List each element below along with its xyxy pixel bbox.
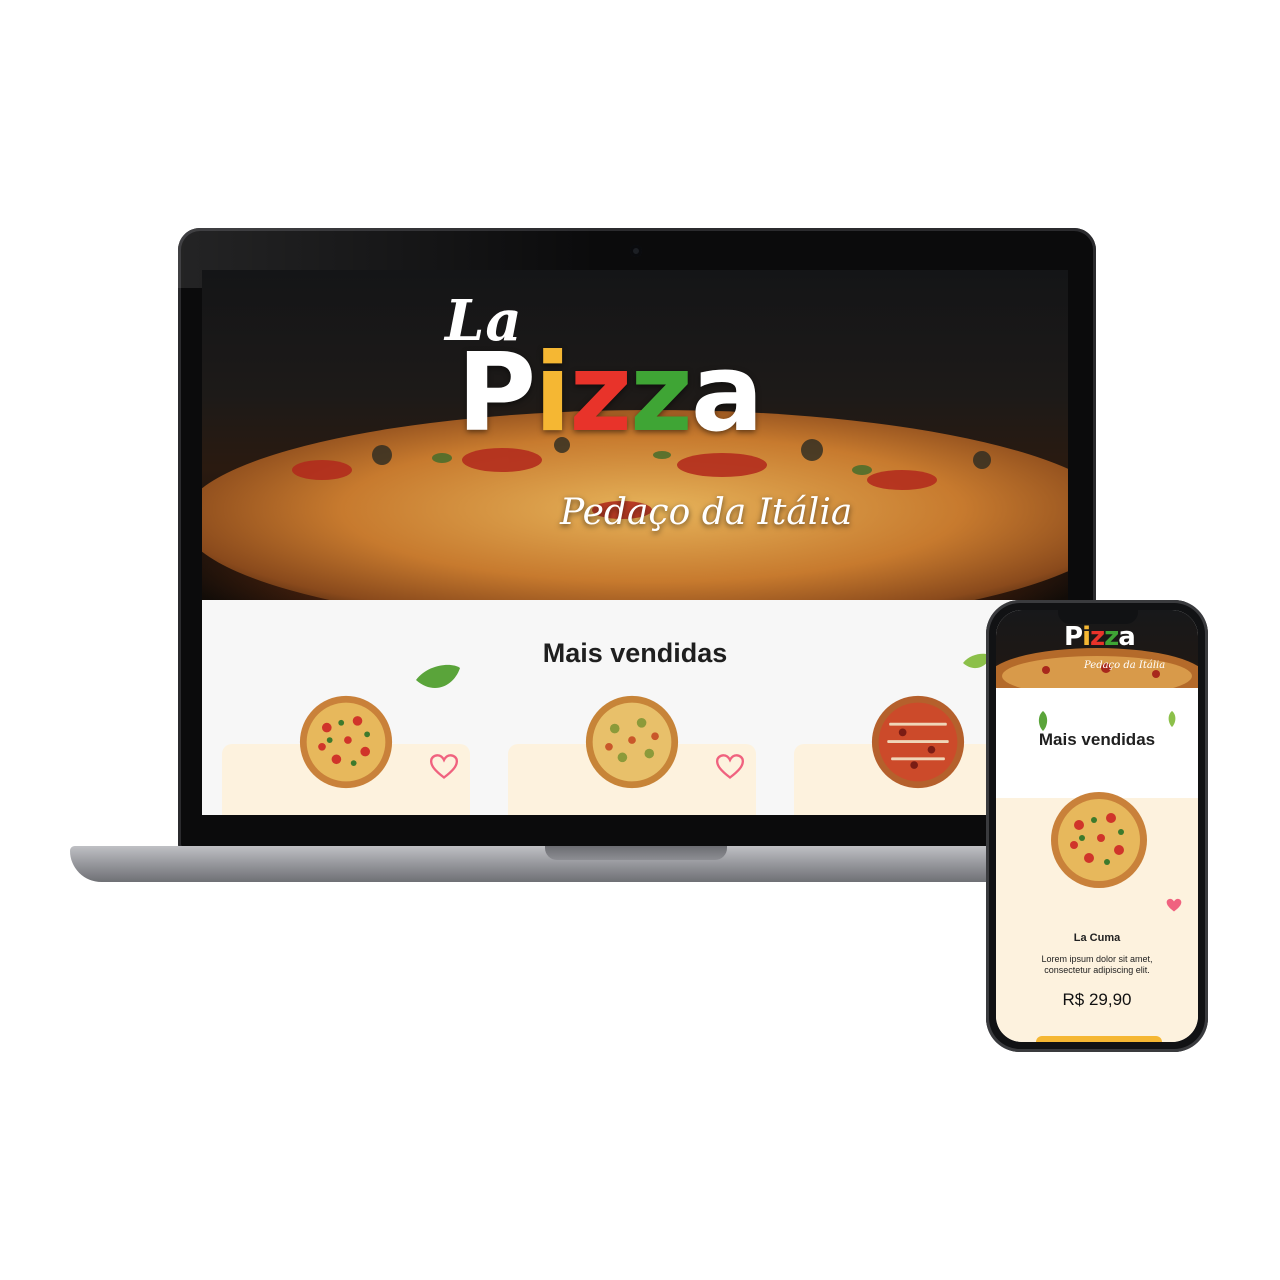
- laptop-screen: La Pizza Pedaço da Itália Mais vendidas: [202, 270, 1068, 815]
- logo-letter: P: [1064, 622, 1083, 652]
- mobile-logo-tagline: Pedaço da Itália: [1084, 660, 1166, 671]
- section-title: Mais vendidas: [542, 638, 728, 668]
- heart-filled-icon[interactable]: [1166, 898, 1182, 913]
- laptop-trackpad-notch: [545, 846, 727, 860]
- phone-screen: Pizza Pedaço da Itália Mais vendidas La …: [996, 610, 1198, 1042]
- logo-letter: P: [457, 331, 536, 456]
- logo-letter: a: [1118, 622, 1136, 652]
- logo-letter: z: [1089, 622, 1105, 652]
- pizza-image: [871, 695, 965, 789]
- logo-letter: i: [1082, 622, 1091, 652]
- product-name: La Cuma: [1073, 932, 1121, 944]
- heart-outline-icon[interactable]: [430, 754, 458, 780]
- leaf-icon: [416, 664, 460, 689]
- logo-letter: z: [569, 331, 632, 456]
- product-card[interactable]: [222, 695, 470, 815]
- heart-outline-icon[interactable]: [716, 754, 744, 780]
- product-price: R$ 29,90: [1062, 990, 1132, 1009]
- mobile-section-title: Mais vendidas: [1038, 730, 1156, 749]
- best-sellers-section: Mais vendidas: [202, 600, 1068, 815]
- mobile-logo-word: Pizza: [1064, 622, 1136, 652]
- hero-banner: La Pizza Pedaço da Itália: [202, 270, 1068, 600]
- logo-letter: a: [690, 331, 764, 456]
- phone-notch: [1058, 608, 1138, 624]
- mobile-product-card[interactable]: La Cuma Lorem ipsum dolor sit amet, cons…: [996, 792, 1198, 1042]
- logo-letter: i: [534, 331, 571, 456]
- leaf-icon: [1038, 711, 1048, 731]
- logo-tagline: Pedaço da Itália: [560, 492, 853, 533]
- add-to-cart-button[interactable]: [1036, 1036, 1162, 1042]
- product-description: Lorem ipsum dolor sit amet, consectetur …: [1041, 954, 1153, 975]
- pizza-image: [1051, 792, 1147, 888]
- leaf-icon: [1168, 711, 1176, 727]
- logo-letter: z: [1104, 622, 1119, 652]
- logo-letter: z: [630, 331, 693, 456]
- product-card[interactable]: [508, 695, 756, 815]
- laptop-camera: [630, 245, 642, 257]
- logo-word: Pizza: [457, 331, 764, 456]
- pizza-image: [299, 695, 393, 789]
- pizza-image: [585, 695, 679, 789]
